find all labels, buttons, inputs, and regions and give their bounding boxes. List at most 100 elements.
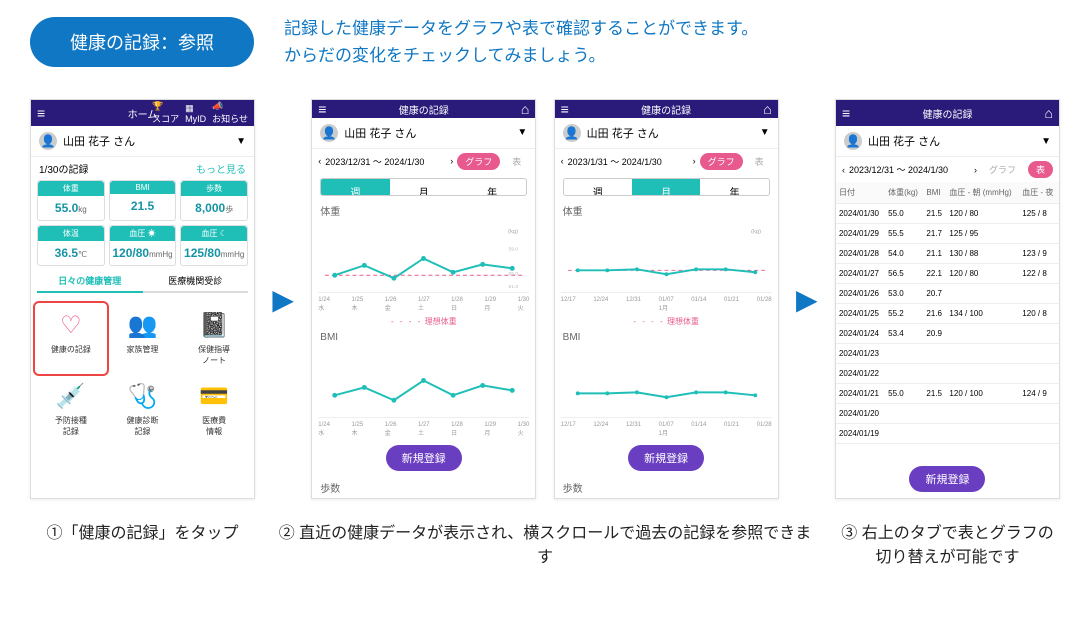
table-row[interactable]: 2024/01/3055.021.5120 / 80125 / 8	[836, 204, 1059, 224]
metric-value: 120/80	[112, 246, 149, 260]
tab-table[interactable]: 表	[504, 153, 529, 170]
table-row[interactable]: 2024/01/2555.221.6134 / 100120 / 8	[836, 304, 1059, 324]
table-row[interactable]: 2024/01/2854.021.1130 / 88123 / 9	[836, 244, 1059, 264]
x-tick: 1/27土	[418, 422, 430, 437]
chevron-down-icon[interactable]: ▼	[1041, 136, 1051, 147]
seg-週[interactable]: 週	[321, 179, 389, 196]
table-cell	[923, 424, 946, 444]
avatar-icon: 👤	[39, 132, 57, 150]
table-row[interactable]: 2024/01/2653.020.7	[836, 284, 1059, 304]
table-cell: 54.0	[885, 244, 923, 264]
record-date: 1/30の記録	[39, 161, 88, 176]
caption-3: ③ 右上のタブで表とグラフの切り替えが可能です	[835, 519, 1060, 567]
chevron-down-icon[interactable]: ▼	[760, 127, 770, 138]
register-button[interactable]: 新規登録	[909, 466, 985, 492]
tab-table[interactable]: 表	[1028, 161, 1053, 178]
table-cell: 124 / 9	[1019, 384, 1059, 404]
table-cell: 55.5	[885, 224, 923, 244]
metric-card[interactable]: 歩数8,000歩	[180, 180, 248, 221]
seg-週[interactable]: 週	[564, 179, 632, 196]
register-button[interactable]: 新規登録	[386, 445, 462, 471]
tab-graph[interactable]: グラフ	[981, 161, 1024, 178]
seg-月[interactable]: 月	[632, 179, 700, 196]
table-row[interactable]: 2024/01/2155.021.5120 / 100124 / 9	[836, 384, 1059, 404]
metric-card[interactable]: 体温36.5℃	[37, 225, 105, 266]
table-cell	[1019, 224, 1059, 244]
table-cell: 2024/01/28	[836, 244, 885, 264]
range-back-icon[interactable]: ‹	[842, 165, 845, 175]
legend-ideal: 理想体重	[667, 317, 699, 326]
metric-unit: kg	[78, 205, 86, 214]
legend-dash: - - - -	[633, 317, 664, 326]
seg-月[interactable]: 月	[390, 179, 458, 196]
app-title: 健康の記録	[836, 106, 1059, 121]
metric-card[interactable]: 血圧 ☾125/80mmHg	[180, 225, 248, 266]
metric-card[interactable]: 体重55.0kg	[37, 180, 105, 221]
table-row[interactable]: 2024/01/22	[836, 364, 1059, 384]
table-row[interactable]: 2024/01/2453.420.9	[836, 324, 1059, 344]
x-tick: 01/21	[724, 297, 739, 312]
table-row[interactable]: 2024/01/19	[836, 424, 1059, 444]
table-row[interactable]: 2024/01/20	[836, 404, 1059, 424]
metric-card[interactable]: BMI21.5	[109, 180, 177, 221]
legend-dash: - - - -	[391, 317, 422, 326]
table-cell	[1019, 404, 1059, 424]
data-table[interactable]: 日付体重(kg)BMI血圧 - 朝 (mmHg)血圧 - 夜2024/01/30…	[836, 182, 1059, 444]
table-cell	[885, 344, 923, 364]
range-fwd-icon[interactable]: ›	[693, 156, 696, 166]
tab-graph[interactable]: グラフ	[457, 153, 500, 170]
range-fwd-icon[interactable]: ›	[974, 165, 977, 175]
tab-graph[interactable]: グラフ	[700, 153, 743, 170]
avatar-icon: 👤	[563, 124, 581, 142]
table-row[interactable]: 2024/01/23	[836, 344, 1059, 364]
x-tick: 1/25木	[352, 297, 364, 312]
grid-checkup[interactable]: 🩺健康診断記録	[107, 374, 179, 445]
register-button[interactable]: 新規登録	[628, 445, 704, 471]
chevron-down-icon[interactable]: ▼	[517, 127, 527, 138]
tab-table[interactable]: 表	[747, 153, 772, 170]
seg-年[interactable]: 年	[700, 179, 768, 196]
table-row[interactable]: 2024/01/2955.521.7125 / 95	[836, 224, 1059, 244]
range-fwd-icon[interactable]: ›	[450, 156, 453, 166]
metric-value: 55.0	[55, 201, 78, 215]
table-cell: 123 / 9	[1019, 244, 1059, 264]
col-header: 血圧 - 朝 (mmHg)	[946, 182, 1019, 204]
grid-medical-cost[interactable]: 💳医療費情報	[178, 374, 250, 445]
x-tick: 01/071月	[659, 422, 674, 437]
x-tick: 01/28	[757, 422, 772, 437]
range-back-icon[interactable]: ‹	[318, 156, 321, 166]
col-header: BMI	[923, 182, 946, 204]
seg-年[interactable]: 年	[458, 179, 526, 196]
x-tick: 1/30火	[518, 422, 530, 437]
grid-family[interactable]: 👥家族管理	[107, 303, 179, 374]
table-row[interactable]: 2024/01/2756.522.1120 / 80122 / 8	[836, 264, 1059, 284]
table-cell: 125 / 95	[946, 224, 1019, 244]
grid-health-record[interactable]: ♡健康の記録	[35, 303, 107, 374]
arrow-icon: ▶	[796, 283, 818, 316]
table-cell: 122 / 8	[1019, 264, 1059, 284]
range-back-icon[interactable]: ‹	[561, 156, 564, 166]
page-title-pill: 健康の記録：参照	[30, 17, 254, 67]
table-cell: 21.7	[923, 224, 946, 244]
table-cell: 55.0	[885, 384, 923, 404]
grid-vaccine[interactable]: 💉予防接種記録	[35, 374, 107, 445]
tab-daily[interactable]: 日々の健康管理	[37, 270, 143, 293]
table-cell: 53.4	[885, 324, 923, 344]
app-title: ホーム	[31, 106, 254, 121]
x-tick: 1/26金	[385, 297, 397, 312]
metric-card[interactable]: 血圧 ☀120/80mmHg	[109, 225, 177, 266]
table-cell: 55.2	[885, 304, 923, 324]
tab-medical[interactable]: 医療機関受診	[143, 270, 249, 293]
chevron-down-icon[interactable]: ▼	[236, 136, 246, 147]
table-cell	[885, 424, 923, 444]
table-cell: 2024/01/22	[836, 364, 885, 384]
grid-guidance-note[interactable]: 📓保健指導ノート	[178, 303, 250, 374]
table-cell: 20.7	[923, 284, 946, 304]
table-cell: 53.0	[885, 284, 923, 304]
weight-chart: (kg)	[561, 221, 772, 293]
user-name: 山田 花子 さん	[868, 133, 940, 149]
more-link[interactable]: もっと見る	[196, 161, 246, 176]
svg-text:(kg): (kg)	[751, 229, 761, 235]
caption-1: ①「健康の記録」をタップ	[30, 519, 255, 567]
table-cell	[946, 364, 1019, 384]
